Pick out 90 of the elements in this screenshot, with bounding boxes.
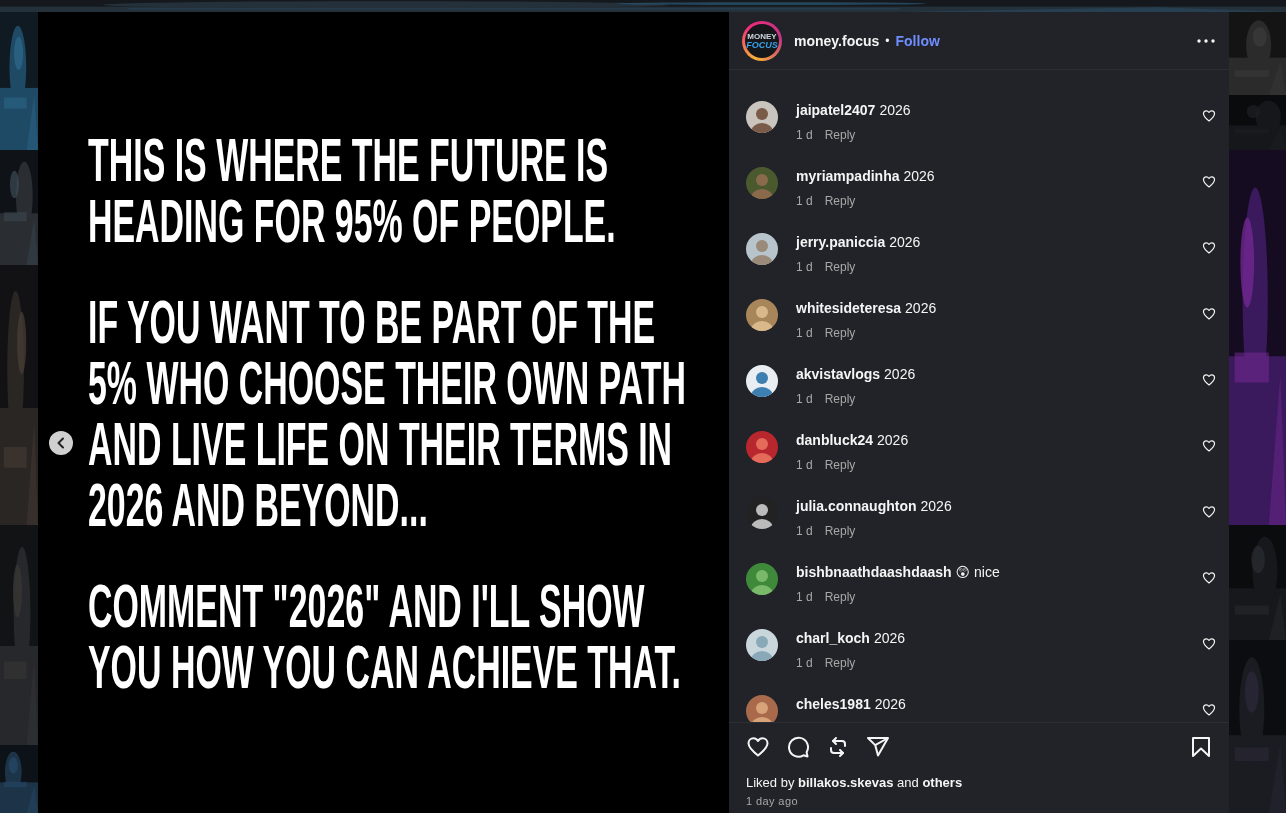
comment-username[interactable]: myriampadinha	[796, 168, 900, 184]
like-comment-button[interactable]	[1202, 307, 1216, 321]
avatar[interactable]	[746, 629, 778, 661]
like-button[interactable]	[746, 734, 770, 759]
heart-icon	[1202, 175, 1216, 189]
avatar[interactable]	[746, 695, 778, 722]
comment-time: 1 d	[796, 128, 813, 142]
comment-time: 1 d	[796, 590, 813, 604]
avatar[interactable]	[746, 563, 778, 595]
like-comment-button[interactable]	[1202, 571, 1216, 585]
comment-time: 1 d	[796, 656, 813, 670]
like-comment-button[interactable]	[1202, 637, 1216, 651]
comment-text: 2026	[905, 300, 937, 316]
logo-text: FOCUS	[746, 40, 778, 50]
heart-icon	[1202, 109, 1216, 123]
bookmark-icon	[1189, 734, 1213, 759]
chevron-left-icon	[56, 437, 66, 449]
post-time: 1 day ago	[746, 794, 799, 808]
heart-icon	[1202, 241, 1216, 255]
reply-button[interactable]: Reply	[824, 194, 856, 208]
heart-icon	[1202, 373, 1216, 387]
like-comment-button[interactable]	[1202, 241, 1216, 255]
reply-button[interactable]: Reply	[824, 392, 856, 406]
comment-text: 2026	[920, 498, 952, 514]
share-button[interactable]	[866, 734, 890, 759]
like-comment-button[interactable]	[1202, 439, 1216, 453]
reply-button[interactable]: Reply	[824, 128, 856, 142]
comment-text: 2026	[873, 630, 906, 646]
follow-button[interactable]: Follow	[895, 32, 940, 49]
comment-time: 1 d	[796, 260, 813, 274]
heart-icon	[1202, 439, 1216, 453]
post-text: COMMENT "2026" AND I'LL SHOW YOU HOW YOU CAN ACHIEVE THAT.	[88, 574, 682, 697]
comment-username[interactable]: whitesideteresa	[796, 300, 902, 316]
more-options-icon[interactable]	[1197, 38, 1215, 43]
comment-button[interactable]	[786, 734, 810, 759]
profile-link[interactable]: billakos.skevas	[798, 775, 894, 790]
comment-time: 1 d	[796, 392, 813, 406]
like-comment-button[interactable]	[1202, 505, 1216, 519]
previous-button[interactable]	[49, 431, 73, 455]
post-text: THIS IS WHERE THE FUTURE IS HEADING FOR 95% OF PEOPLE.	[88, 128, 617, 251]
heart-icon	[746, 734, 770, 759]
comment-time: 1 d	[796, 194, 813, 208]
comment-time: 1 d	[796, 458, 813, 472]
comment-time: 1 d	[796, 326, 813, 340]
post-text: IF YOU WANT TO BE PART OF THE 5% WHO CHOOSE THEIR OWN PATH AND LIVE LIFE ON THEIR TERMS IN 2026 AND BEYOND...	[88, 290, 687, 535]
comment-text: 2026	[874, 696, 906, 712]
separator-dot: •	[885, 33, 890, 48]
comment-username[interactable]: jaipatel2407	[796, 102, 876, 118]
reply-button[interactable]: Reply	[824, 524, 856, 538]
like-comment-button[interactable]	[1202, 175, 1216, 189]
avatar[interactable]	[746, 365, 778, 397]
avatar[interactable]	[746, 497, 778, 529]
like-comment-button[interactable]	[1202, 373, 1216, 387]
comment-username[interactable]: julia.connaughton	[796, 498, 917, 514]
comment-time: 1 d	[796, 524, 813, 538]
heart-icon	[1202, 703, 1216, 717]
comment-text: 2026	[884, 366, 916, 382]
comment-username[interactable]: akvistavlogs	[796, 366, 881, 382]
comment-username[interactable]: jerry.paniccia	[796, 234, 886, 250]
comment-text: 2026	[889, 234, 921, 250]
others-link[interactable]: others	[922, 775, 963, 790]
reply-button[interactable]: Reply	[824, 656, 856, 670]
likes-text: Liked by billakos.skevas and others	[746, 775, 964, 791]
heart-icon	[1202, 307, 1216, 321]
reply-button[interactable]: Reply	[824, 260, 856, 274]
like-comment-button[interactable]	[1202, 703, 1216, 717]
profile-avatar[interactable]: MONEY FOCUS	[742, 20, 782, 61]
reply-button[interactable]: Reply	[824, 326, 856, 340]
heart-icon	[1202, 505, 1216, 519]
comment-text: 2026	[879, 102, 911, 118]
comment-username[interactable]: cheles1981	[796, 696, 871, 712]
avatar[interactable]	[746, 101, 778, 133]
comment-username[interactable]: charl_koch	[796, 630, 870, 646]
save-button[interactable]	[1189, 734, 1213, 759]
reply-button[interactable]: Reply	[824, 590, 856, 604]
avatar[interactable]	[746, 299, 778, 331]
heart-icon	[1202, 571, 1216, 585]
comment-text: 😲 nice	[955, 564, 1000, 580]
comment-text: 2026	[903, 168, 935, 184]
like-comment-button[interactable]	[1202, 109, 1216, 123]
heart-icon	[1202, 637, 1216, 651]
speech-bubble-icon	[786, 734, 810, 759]
comment-username[interactable]: danbluck24	[796, 432, 874, 448]
logo-text: MONEY	[747, 31, 777, 41]
comment-text: 2026	[877, 432, 909, 448]
reply-button[interactable]: Reply	[824, 458, 856, 472]
username-link[interactable]: money.focus	[794, 32, 880, 49]
paper-plane-icon	[866, 734, 890, 759]
avatar[interactable]	[746, 233, 778, 265]
comment-username[interactable]: bishbnaathdaashdaash	[796, 564, 952, 580]
